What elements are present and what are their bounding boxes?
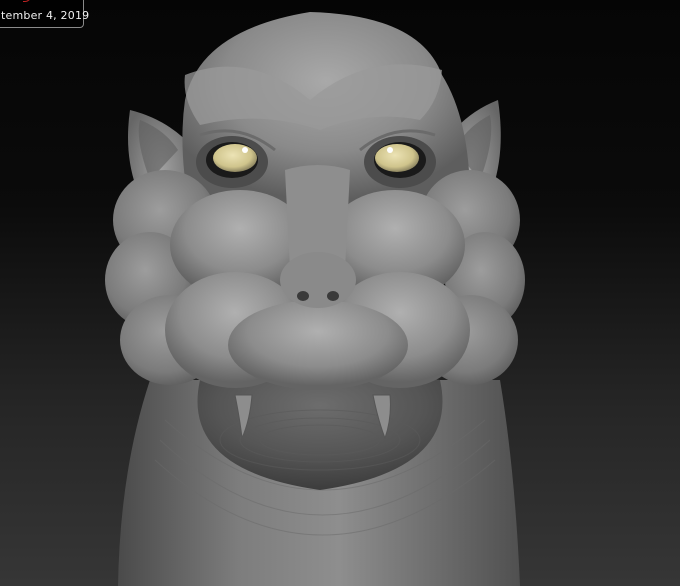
date-overlay-badge: tember 4, 2019 (0, 0, 89, 28)
red-corner-mark-icon (23, 0, 31, 2)
date-text: tember 4, 2019 (1, 9, 90, 22)
sculpt-viewport[interactable]: tember 4, 2019 (0, 0, 680, 586)
nose (280, 252, 356, 308)
left-nostril (297, 291, 309, 301)
right-eye (374, 142, 426, 178)
right-nostril (327, 291, 339, 301)
left-eye (206, 142, 258, 178)
creature-head-sculpt (105, 12, 525, 586)
